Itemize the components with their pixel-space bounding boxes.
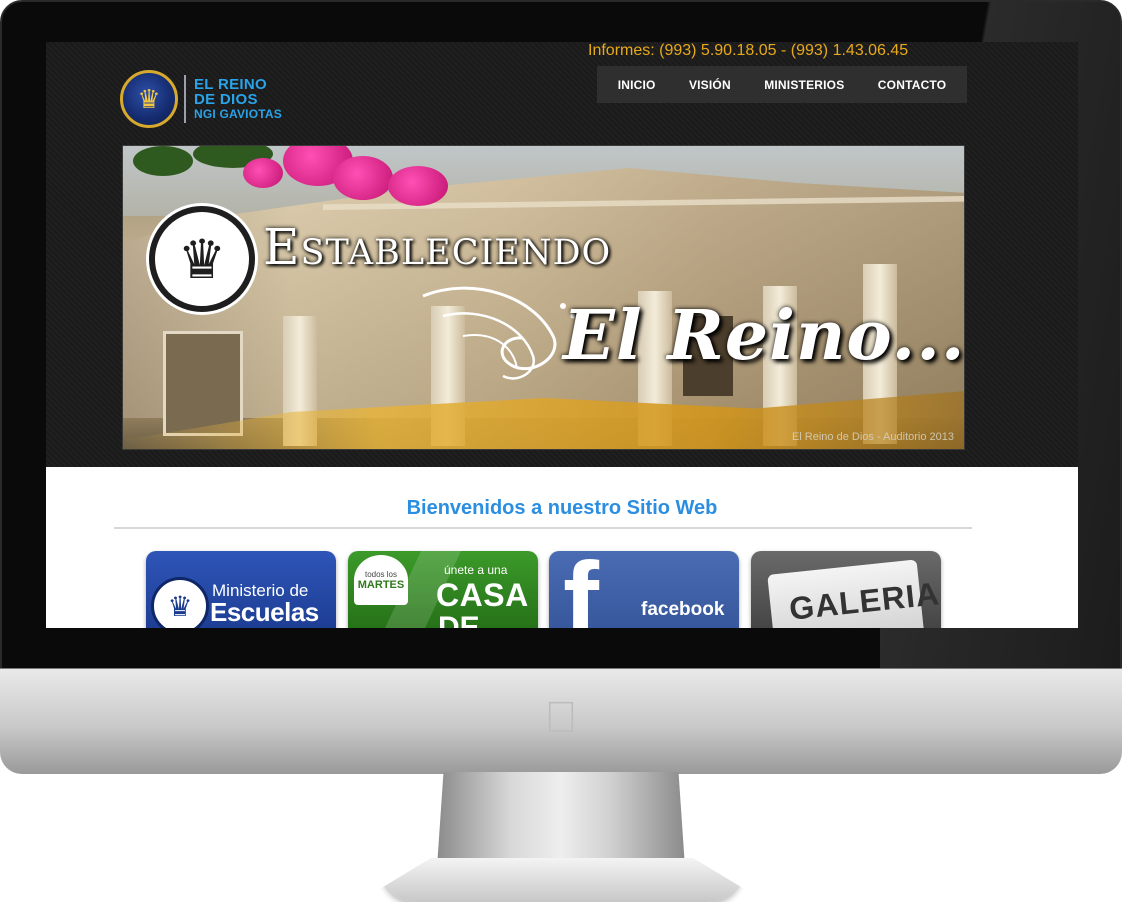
banner-window <box>163 331 243 436</box>
tile-casa-line-2: CASA <box>436 577 529 613</box>
tile-casa-de-paz[interactable]: todos los MARTES únete a una CASA DE PAZ <box>348 551 538 628</box>
monitor-stand-base <box>380 858 744 902</box>
tile-ministerio-escuelas[interactable]: ♛ Ministerio de Escuelas <box>146 551 336 628</box>
main-content: Bienvenidos a nuestro Sitio Web ♛ Minist… <box>46 467 1078 628</box>
nav-item-inicio[interactable]: INICIO <box>610 72 664 98</box>
nav-item-vision[interactable]: VISIÓN <box>681 72 739 98</box>
contact-phone-info: Informes: (993) 5.90.18.05 - (993) 1.43.… <box>588 42 909 59</box>
tile-casa-line-1: únete a una <box>444 563 508 577</box>
logo-divider <box>184 75 186 123</box>
crown-icon: ♛ <box>120 70 178 128</box>
banner-flowers <box>123 146 463 216</box>
banner-script-text: El Reino... <box>563 296 965 376</box>
site-logo[interactable]: ♛ EL REINO DE DIOS NGI GAVIOTAS <box>120 70 282 128</box>
logo-line-3: NGI GAVIOTAS <box>194 106 282 121</box>
tile-galeria[interactable]: GALERIA <box>751 551 941 628</box>
crown-emblem-icon: ♛ <box>149 206 255 312</box>
leaf <box>133 146 193 176</box>
site-header: ♛ EL REINO DE DIOS NGI GAVIOTAS Informes… <box>46 42 1078 467</box>
divider <box>114 527 972 529</box>
tile-facebook[interactable]: f facebook <box>549 551 739 628</box>
nav-item-contacto[interactable]: CONTACTO <box>870 72 955 98</box>
hero-banner: ♛ Estableciendo El Reino... El Reino de … <box>122 145 965 450</box>
banner-caption: El Reino de Dios - Auditorio 2013 <box>791 431 954 443</box>
apple-logo-icon:  <box>536 690 586 746</box>
flower-petal <box>388 166 448 206</box>
nav-item-ministerios[interactable]: MINISTERIOS <box>756 72 852 98</box>
flower-petal <box>333 156 393 200</box>
banner-title: Estableciendo <box>263 218 612 276</box>
logo-text: EL REINO DE DIOS NGI GAVIOTAS <box>194 77 282 122</box>
tile-escuelas-line-2: Escuelas <box>210 597 319 627</box>
flower-petal <box>243 158 283 188</box>
welcome-heading: Bienvenidos a nuestro Sitio Web <box>406 497 718 519</box>
crown-icon: ♛ <box>151 577 209 628</box>
facebook-icon: f <box>563 551 599 628</box>
logo-line-2: DE DIOS <box>194 90 258 108</box>
website-screen: ♛ EL REINO DE DIOS NGI GAVIOTAS Informes… <box>46 42 1078 628</box>
imac-monitor:  ♛ EL REINO DE DIOS NGI GAVIOTAS Inform… <box>0 0 1122 904</box>
tile-facebook-label: facebook <box>641 599 725 620</box>
tile-casa-line-3: DE PAZ <box>438 611 480 628</box>
tile-casa-badge: todos los MARTES <box>354 555 408 605</box>
logo-line-1: EL REINO <box>194 75 267 93</box>
main-nav: INICIO VISIÓN MINISTERIOS CONTACTO <box>597 66 967 103</box>
tile-casa-badge-big: MARTES <box>357 579 405 591</box>
